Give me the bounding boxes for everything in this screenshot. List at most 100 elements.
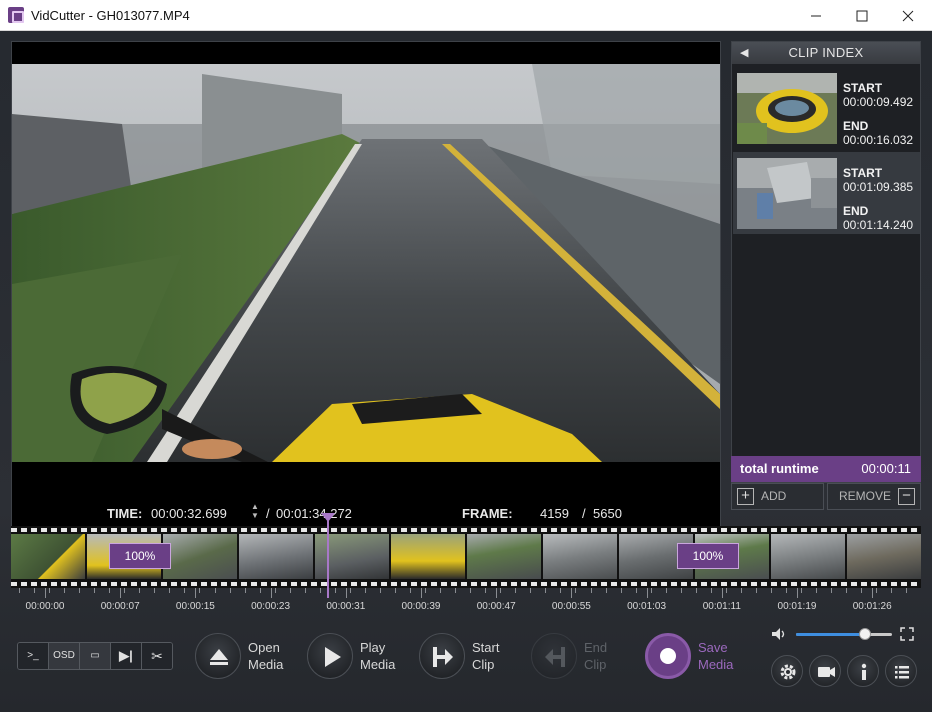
ruler-major-tick	[721, 588, 723, 598]
ruler-minor-tick	[19, 588, 20, 593]
volume-knob[interactable]	[859, 628, 872, 640]
clip-index-title: CLIP INDEX	[788, 45, 864, 60]
ruler-major-tick	[421, 588, 422, 598]
current-frame[interactable]: 4159	[540, 506, 569, 521]
ruler-minor-tick	[755, 588, 757, 593]
playhead-line[interactable]	[327, 516, 329, 598]
ruler-minor-tick	[695, 588, 697, 593]
end-clip-button[interactable]	[531, 633, 577, 679]
remove-clip-button[interactable]: REMOVE −	[827, 483, 921, 510]
ruler-major-tick	[872, 588, 874, 598]
ruler-minor-tick	[319, 588, 321, 593]
ruler-minor-tick	[801, 588, 803, 593]
collapse-arrow-icon[interactable]: ◀	[740, 42, 749, 64]
settings-button[interactable]	[771, 655, 803, 687]
ruler-minor-tick	[109, 588, 111, 593]
volume-icon[interactable]	[770, 627, 788, 641]
clip-end-label: END	[843, 204, 869, 218]
ruler-minor-tick	[680, 588, 682, 593]
ruler-minor-tick	[485, 588, 487, 593]
ruler-time-label: 00:01:19	[777, 601, 817, 612]
eject-icon	[210, 649, 228, 665]
ruler-minor-tick	[244, 588, 246, 593]
save-media-button[interactable]	[645, 633, 691, 679]
clip-selection-marker[interactable]: 100%	[109, 543, 171, 569]
clip-item[interactable]: START 00:00:09.492 END 00:00:16.032	[733, 67, 920, 149]
end-clip-label: End Clip	[584, 640, 608, 672]
ruler-minor-tick	[545, 588, 547, 593]
clip-item[interactable]: START 00:01:09.385 END 00:01:14.240	[733, 152, 920, 234]
scissors-toggle[interactable]: ✂	[142, 643, 172, 669]
video-player[interactable]: TIME: 00:00:32.699 ▲ ▼ / 00:01:34.272 FRA…	[11, 41, 721, 541]
osd-toggle[interactable]: OSD	[49, 643, 80, 669]
ruler-minor-tick	[816, 588, 818, 593]
ruler-minor-tick	[274, 588, 276, 593]
ruler-minor-tick	[49, 588, 51, 593]
runtime-value: 00:00:11	[861, 461, 911, 476]
ruler-time-label: 00:01:03	[627, 601, 667, 612]
ruler-major-tick	[797, 588, 798, 598]
current-time[interactable]: 00:00:32.699	[151, 506, 227, 521]
subtitle-toggle[interactable]: ▭	[80, 643, 111, 669]
timeline-ruler: 00:00:00 00:00:07 00:00:15 00:00:23 00:00:31…	[11, 588, 921, 618]
ruler-minor-tick	[831, 588, 833, 593]
timeline-strip[interactable]: 100% 100%	[11, 513, 921, 598]
start-clip-button[interactable]	[419, 633, 465, 679]
ruler-minor-tick	[79, 588, 81, 593]
ruler-minor-tick	[199, 588, 201, 593]
skip-end-toggle[interactable]: ▶|	[111, 643, 142, 669]
total-runtime-bar: total runtime 00:00:11	[731, 456, 921, 482]
ruler-minor-tick	[575, 588, 577, 593]
ruler-minor-tick	[906, 588, 908, 593]
title-bar: VidCutter - GH013077.MP4	[0, 0, 932, 31]
ruler-minor-tick	[560, 588, 562, 593]
film-holes-bottom	[11, 582, 921, 586]
ruler-minor-tick	[289, 588, 291, 593]
ruler-major-tick	[270, 588, 272, 598]
tool-toggle-group: >_ OSD ▭ ▶| ✂	[17, 642, 173, 670]
open-media-button[interactable]	[195, 633, 241, 679]
time-separator: /	[266, 506, 270, 521]
plus-icon: +	[737, 488, 754, 505]
list-icon	[895, 666, 909, 679]
play-media-button[interactable]	[307, 633, 353, 679]
menu-button[interactable]	[885, 655, 917, 687]
clip-start-time: 00:01:09.385	[843, 180, 914, 194]
volume-slider[interactable]	[796, 628, 892, 640]
media-info-button[interactable]	[809, 655, 841, 687]
ruler-time-label: 00:00:31	[326, 601, 366, 612]
ruler-minor-tick	[139, 588, 141, 593]
app-icon	[8, 7, 24, 23]
maximize-button[interactable]	[839, 0, 885, 31]
frame-label: FRAME:	[462, 506, 513, 521]
clip-index-header[interactable]: ◀ CLIP INDEX	[732, 42, 920, 64]
clip-thumbnail	[737, 158, 837, 229]
clip-start-label: START	[843, 166, 883, 180]
clip-selection-marker[interactable]: 100%	[677, 543, 739, 569]
time-spinner-icon[interactable]: ▲ ▼	[250, 502, 260, 522]
add-clip-button[interactable]: + ADD	[731, 483, 824, 510]
close-icon	[902, 10, 914, 21]
ruler-minor-tick	[214, 588, 216, 593]
ruler-time-label: 00:01:26	[852, 601, 892, 612]
console-toggle[interactable]: >_	[18, 643, 49, 669]
ruler-minor-tick	[500, 588, 502, 593]
save-media-label: Save Media	[698, 640, 734, 672]
close-button[interactable]	[885, 0, 931, 31]
open-media-label: Open Media	[248, 640, 284, 672]
fullscreen-icon[interactable]	[900, 627, 914, 641]
ruler-minor-tick	[605, 588, 607, 593]
clip-thumbnail	[737, 73, 837, 144]
ruler-time-label: 00:00:39	[401, 601, 441, 612]
ruler-major-tick	[646, 588, 648, 598]
ruler-time-label: 00:00:00	[25, 601, 65, 612]
ruler-minor-tick	[470, 588, 472, 593]
ruler-minor-tick	[440, 588, 442, 593]
minimize-button[interactable]	[793, 0, 839, 31]
ruler-time-label: 00:00:47	[476, 601, 516, 612]
start-clip-label: Start Clip	[472, 640, 500, 672]
play-media-label: Play Media	[360, 640, 396, 672]
about-button[interactable]	[847, 655, 879, 687]
ruler-major-tick	[571, 588, 573, 598]
ruler-minor-tick	[876, 588, 878, 593]
